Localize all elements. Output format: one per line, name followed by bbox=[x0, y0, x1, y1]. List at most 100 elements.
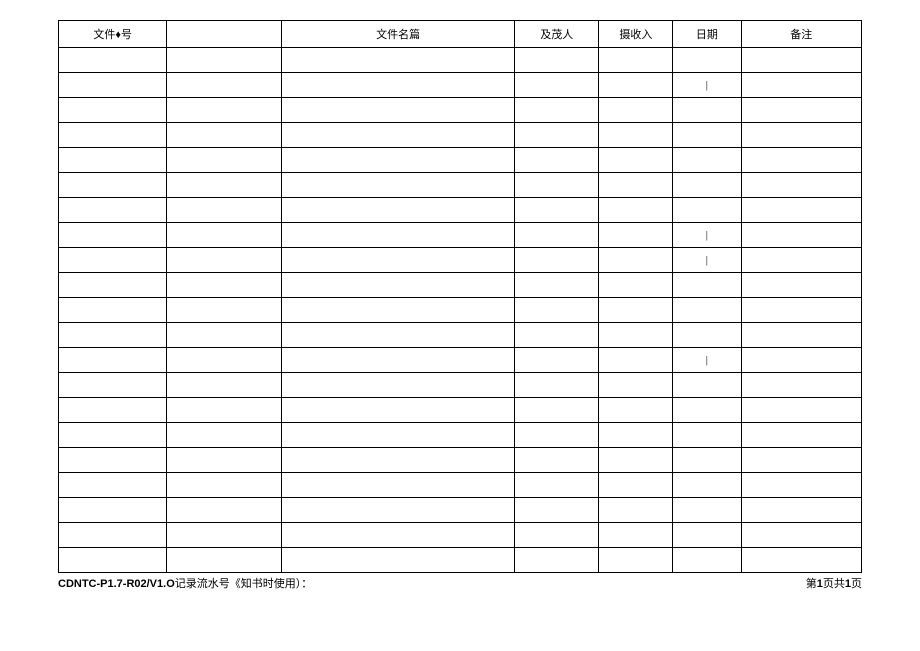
cell-date bbox=[673, 473, 741, 498]
cell-filename bbox=[282, 448, 515, 473]
cell-fileno bbox=[59, 248, 167, 273]
cell-jimao bbox=[515, 323, 599, 348]
cell-fileno bbox=[59, 173, 167, 198]
cell-receiver bbox=[599, 48, 673, 73]
cell-fileno bbox=[59, 498, 167, 523]
header-row: 文件♦号 文件名篇 及茂人 摄收入 日期 备注 bbox=[59, 21, 862, 48]
cell-filename bbox=[282, 223, 515, 248]
cell-filename bbox=[282, 273, 515, 298]
cell-date bbox=[673, 423, 741, 448]
cell-date bbox=[673, 148, 741, 173]
cell-spacer bbox=[167, 523, 282, 548]
table-row bbox=[59, 398, 862, 423]
cell-spacer bbox=[167, 348, 282, 373]
cell-fileno bbox=[59, 73, 167, 98]
cell-spacer bbox=[167, 223, 282, 248]
cell-filename bbox=[282, 498, 515, 523]
cell-jimao bbox=[515, 473, 599, 498]
cell-date: | bbox=[673, 223, 741, 248]
footer-note: 记录流水号《知书时使用）： bbox=[175, 578, 313, 590]
footer: CDNTC-P1.7-R02/V1.O记录流水号《知书时使用）： 第1页共1页 bbox=[58, 575, 862, 591]
cell-fileno bbox=[59, 523, 167, 548]
cell-remark bbox=[741, 148, 861, 173]
cell-fileno bbox=[59, 548, 167, 573]
cell-filename bbox=[282, 148, 515, 173]
cell-filename bbox=[282, 523, 515, 548]
cell-jimao bbox=[515, 498, 599, 523]
table-row bbox=[59, 98, 862, 123]
cell-receiver bbox=[599, 298, 673, 323]
cell-remark bbox=[741, 473, 861, 498]
table-row bbox=[59, 448, 862, 473]
table-row bbox=[59, 423, 862, 448]
cell-filename bbox=[282, 198, 515, 223]
cell-date bbox=[673, 498, 741, 523]
cell-spacer bbox=[167, 173, 282, 198]
cell-remark bbox=[741, 348, 861, 373]
cell-remark bbox=[741, 448, 861, 473]
cell-fileno bbox=[59, 448, 167, 473]
cell-receiver bbox=[599, 398, 673, 423]
cell-jimao bbox=[515, 98, 599, 123]
cell-date bbox=[673, 273, 741, 298]
cell-remark bbox=[741, 248, 861, 273]
cell-receiver bbox=[599, 73, 673, 98]
cell-remark bbox=[741, 73, 861, 98]
cell-filename bbox=[282, 398, 515, 423]
cell-filename bbox=[282, 48, 515, 73]
cell-receiver bbox=[599, 223, 673, 248]
footer-code: CDNTC-P1.7-R02/V1.O bbox=[58, 578, 175, 590]
cell-spacer bbox=[167, 98, 282, 123]
footer-left: CDNTC-P1.7-R02/V1.O记录流水号《知书时使用）： bbox=[58, 575, 312, 591]
cell-jimao bbox=[515, 148, 599, 173]
table-row bbox=[59, 548, 862, 573]
header-receiver: 摄收入 bbox=[599, 21, 673, 48]
cell-remark bbox=[741, 273, 861, 298]
cell-spacer bbox=[167, 423, 282, 448]
cell-jimao bbox=[515, 73, 599, 98]
cell-filename bbox=[282, 323, 515, 348]
cell-jimao bbox=[515, 123, 599, 148]
table-row bbox=[59, 198, 862, 223]
cell-fileno bbox=[59, 98, 167, 123]
footer-page: 第1页共1页 bbox=[806, 575, 862, 591]
cell-date: | bbox=[673, 348, 741, 373]
cell-filename bbox=[282, 423, 515, 448]
cell-remark bbox=[741, 498, 861, 523]
cell-date bbox=[673, 173, 741, 198]
cell-remark bbox=[741, 223, 861, 248]
cell-filename bbox=[282, 298, 515, 323]
cell-remark bbox=[741, 173, 861, 198]
cell-fileno bbox=[59, 273, 167, 298]
table-row bbox=[59, 123, 862, 148]
header-spacer bbox=[167, 21, 282, 48]
cell-spacer bbox=[167, 498, 282, 523]
cell-spacer bbox=[167, 323, 282, 348]
cell-jimao bbox=[515, 173, 599, 198]
cell-remark bbox=[741, 398, 861, 423]
cell-fileno bbox=[59, 123, 167, 148]
cell-date bbox=[673, 323, 741, 348]
cell-spacer bbox=[167, 73, 282, 98]
cell-remark bbox=[741, 423, 861, 448]
cell-receiver bbox=[599, 98, 673, 123]
cell-remark bbox=[741, 48, 861, 73]
cell-date: | bbox=[673, 248, 741, 273]
header-remark: 备注 bbox=[741, 21, 861, 48]
cell-jimao bbox=[515, 223, 599, 248]
cell-jimao bbox=[515, 548, 599, 573]
cell-remark bbox=[741, 373, 861, 398]
cell-receiver bbox=[599, 498, 673, 523]
cell-receiver bbox=[599, 448, 673, 473]
cell-jimao bbox=[515, 298, 599, 323]
cell-receiver bbox=[599, 248, 673, 273]
cell-receiver bbox=[599, 273, 673, 298]
header-jimao: 及茂人 bbox=[515, 21, 599, 48]
cell-date bbox=[673, 198, 741, 223]
cell-remark bbox=[741, 323, 861, 348]
cell-jimao bbox=[515, 48, 599, 73]
cell-receiver bbox=[599, 123, 673, 148]
cell-fileno bbox=[59, 48, 167, 73]
cell-jimao bbox=[515, 398, 599, 423]
header-date: 日期 bbox=[673, 21, 741, 48]
